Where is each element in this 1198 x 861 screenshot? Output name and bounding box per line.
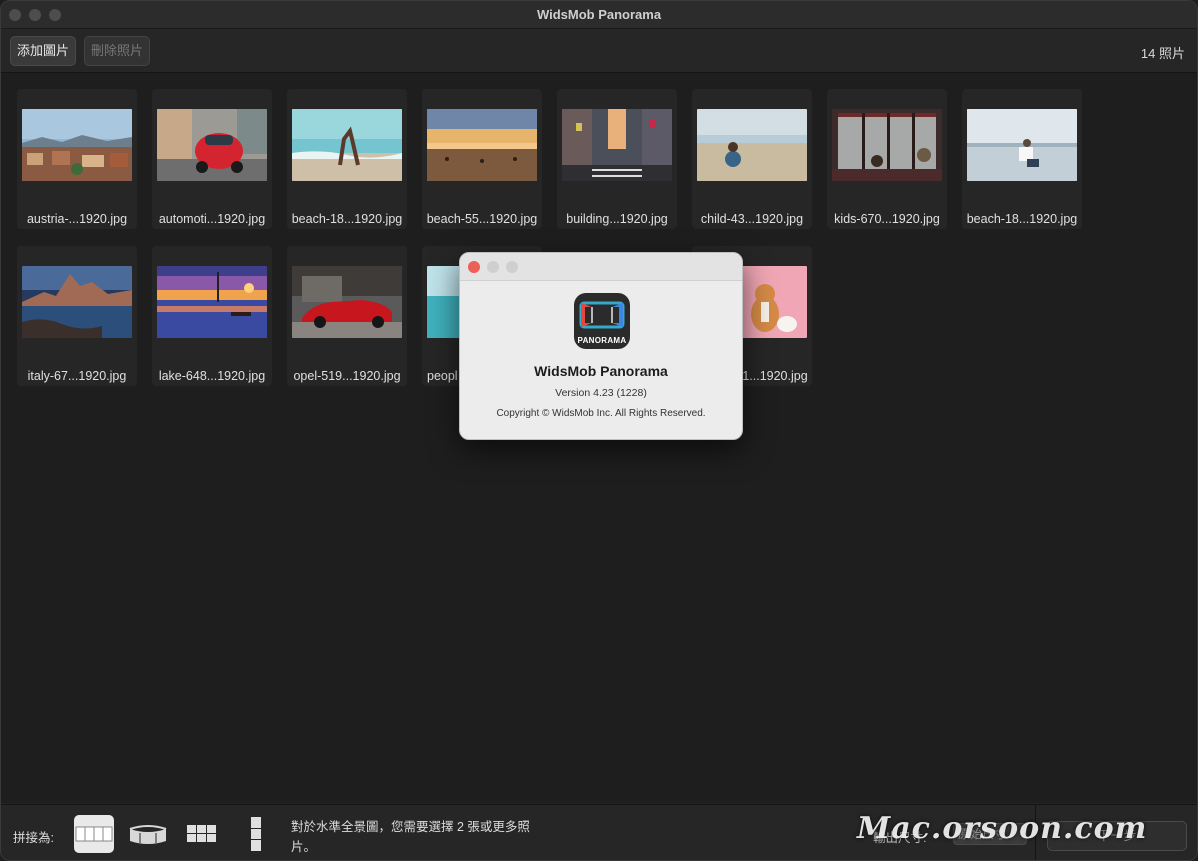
- main-window: WidsMob Panorama 添加圖片 刪除照片 14 照片 austria…: [0, 0, 1198, 861]
- photo-item[interactable]: child-43...1920.jpg: [692, 89, 812, 229]
- photo-name: beach-18...1920.jpg: [966, 212, 1078, 226]
- stitch-hint: 對於水準全景圖，您需要選擇 2 張或更多照片。: [291, 820, 530, 854]
- photo-item[interactable]: beach-18...1920.jpg: [962, 89, 1082, 229]
- photo-name: austria-...1920.jpg: [26, 212, 128, 226]
- horizontal-panorama-icon: [75, 826, 113, 842]
- about-close-button[interactable]: [468, 261, 480, 273]
- about-title-bar: [460, 253, 742, 281]
- vertical-panorama-icon: [251, 817, 261, 851]
- photo-item[interactable]: beach-55...1920.jpg: [422, 89, 542, 229]
- window-title: WidsMob Panorama: [536, 7, 662, 22]
- about-version: Version 4.23 (1228): [555, 387, 647, 399]
- photo-thumbnail: [157, 266, 267, 338]
- app-icon: PANORAMA: [574, 293, 630, 349]
- photo-thumbnail: [967, 109, 1077, 181]
- delete-photos-button[interactable]: 刪除照片: [84, 36, 151, 66]
- 360-panorama-button[interactable]: [128, 815, 168, 853]
- app-icon-label: PANORAMA: [577, 336, 627, 345]
- photo-name: child-43...1920.jpg: [700, 212, 804, 226]
- photo-name: kids-670...1920.jpg: [834, 212, 940, 226]
- photo-thumbnail: [157, 109, 267, 181]
- stitch-label: 拼接為:: [13, 831, 54, 845]
- vertical-panorama-button[interactable]: [236, 815, 276, 853]
- about-minimize-button[interactable]: [487, 261, 499, 273]
- photo-name: beach-18...1920.jpg: [291, 212, 403, 226]
- photo-thumbnail: [697, 109, 807, 181]
- photo-thumbnail: [292, 109, 402, 181]
- 360-panorama-icon: [129, 825, 167, 844]
- about-zoom-button[interactable]: [506, 261, 518, 273]
- photo-item[interactable]: lake-648...1920.jpg: [152, 246, 272, 386]
- photo-name: building...1920.jpg: [566, 212, 668, 226]
- add-photos-button[interactable]: 添加圖片: [10, 36, 77, 66]
- horizontal-panorama-button[interactable]: [74, 815, 114, 853]
- photo-thumbnail: [22, 266, 132, 338]
- photo-thumbnail: [427, 109, 537, 181]
- photo-thumbnail: [832, 109, 942, 181]
- about-dialog: PANORAMA WidsMob Panorama Version 4.23 (…: [459, 252, 743, 440]
- watermark: Mac.orsoon.com: [857, 811, 1148, 846]
- photo-item[interactable]: austria-...1920.jpg: [17, 89, 137, 229]
- photo-item[interactable]: italy-67...1920.jpg: [17, 246, 137, 386]
- photo-thumbnail: [22, 109, 132, 181]
- photo-thumbnail: [292, 266, 402, 338]
- grid-layout-button[interactable]: [182, 815, 222, 853]
- about-copyright: Copyright © WidsMob Inc. All Rights Rese…: [496, 408, 706, 419]
- about-app-name: WidsMob Panorama: [534, 363, 668, 379]
- photo-name: lake-648...1920.jpg: [158, 369, 266, 383]
- photo-item[interactable]: building...1920.jpg: [557, 89, 677, 229]
- photo-name: automoti...1920.jpg: [158, 212, 266, 226]
- toolbar: 添加圖片 刪除照片 14 照片: [1, 29, 1197, 73]
- photo-item[interactable]: automoti...1920.jpg: [152, 89, 272, 229]
- photo-thumbnail: [562, 109, 672, 181]
- photo-name: opel-519...1920.jpg: [293, 369, 401, 383]
- photo-item[interactable]: kids-670...1920.jpg: [827, 89, 947, 229]
- photo-name: 1...1920.jpg: [742, 369, 808, 383]
- grid-icon: [187, 825, 216, 842]
- photo-item[interactable]: beach-18...1920.jpg: [287, 89, 407, 229]
- photo-name: italy-67...1920.jpg: [27, 369, 127, 383]
- photo-count: 14 照片: [1140, 46, 1185, 61]
- title-bar: WidsMob Panorama: [1, 1, 1197, 29]
- photo-name: beach-55...1920.jpg: [426, 212, 538, 226]
- photo-item[interactable]: opel-519...1920.jpg: [287, 246, 407, 386]
